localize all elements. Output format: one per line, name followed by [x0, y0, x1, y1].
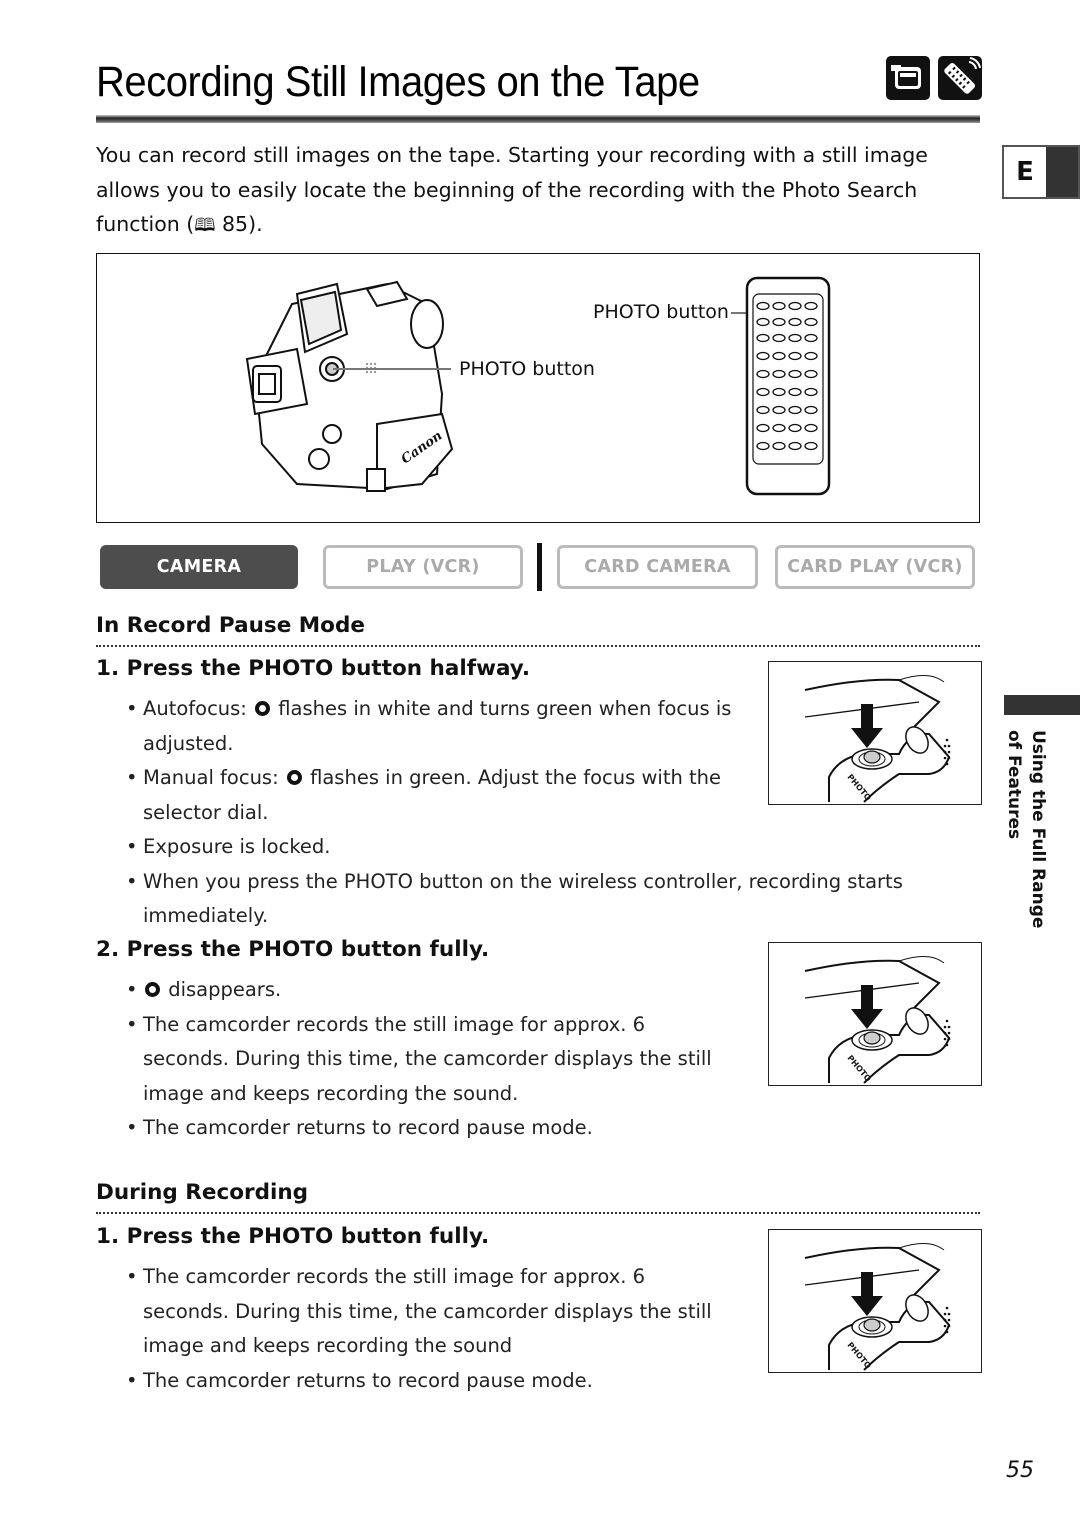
bullet-item: The camcorder records the still image fo… — [126, 1008, 736, 1112]
bullet-text: The camcorder records the still image fo… — [143, 1265, 712, 1357]
camera-callout-line — [333, 368, 451, 370]
remote-photo-button-callout: PHOTO button — [593, 301, 729, 323]
bullet-item: The camcorder returns to record pause mo… — [126, 1364, 736, 1399]
intro-paragraph: You can record still images on the tape.… — [96, 138, 946, 244]
bullet-item: Autofocus: flashes in white and turns gr… — [126, 692, 736, 761]
side-tab-line1: Using the Full Range — [1028, 730, 1048, 929]
bullet-item: Manual focus: flashes in green. Adjust t… — [126, 761, 736, 830]
focus-frame-icon — [255, 701, 271, 716]
photo-button-fully-recording-illustration: PHOTO — [768, 1229, 982, 1373]
step-1-bullets: Autofocus: flashes in white and turns gr… — [126, 692, 736, 830]
bullet-text: disappears. — [162, 978, 282, 1001]
bullet-item: When you press the PHOTO button on the w… — [126, 865, 916, 934]
mode-card-play-vcr-label: CARD PLAY (VCR) — [787, 557, 963, 577]
bullet-text: Exposure is locked. — [143, 835, 331, 858]
mode-card-play-vcr: CARD PLAY (VCR) — [775, 545, 975, 589]
photo-button-fully-illustration: PHOTO — [768, 942, 982, 1086]
mode-card-camera: CARD CAMERA — [557, 545, 758, 589]
language-tab-bar — [1046, 147, 1078, 197]
side-tab-marker — [1004, 695, 1080, 715]
side-tab-line2: of Features — [1004, 730, 1024, 840]
bullet-text: When you press the PHOTO button on the w… — [143, 869, 903, 928]
camera-photo-button-callout: PHOTO button — [459, 358, 595, 380]
bullet-item: Exposure is locked. — [126, 830, 916, 865]
step-2-heading: 2. Press the PHOTO button fully. — [96, 937, 490, 962]
title-rule — [96, 115, 980, 123]
figure-box: Canon PHOTO button PHOTO button — [96, 253, 980, 523]
bullet-item: The camcorder records the still image fo… — [126, 1260, 736, 1364]
section-heading-record-pause: In Record Pause Mode — [96, 613, 365, 638]
during-step-1-bullets: The camcorder records the still image fo… — [126, 1260, 736, 1398]
wireless-controller-illustration — [745, 276, 831, 496]
bullet-text: The camcorder returns to record pause mo… — [143, 1116, 593, 1139]
camcorder-mode-icon — [886, 56, 930, 100]
focus-frame-icon — [286, 770, 302, 785]
page-number: 55 — [1006, 1458, 1034, 1483]
section-heading-during-recording: During Recording — [96, 1180, 309, 1205]
step-2-bullets: disappears. The camcorder records the sti… — [126, 973, 736, 1146]
photo-button-halfway-illustration: PHOTO — [768, 661, 982, 805]
language-tab: E — [1002, 145, 1080, 199]
focus-frame-icon — [145, 982, 160, 997]
language-letter: E — [1016, 157, 1034, 187]
intro-page-ref: 85). — [215, 212, 263, 236]
camcorder-illustration: Canon — [245, 280, 454, 492]
wireless-controller-icon — [938, 56, 982, 100]
mode-camera-label: CAMERA — [156, 557, 242, 577]
mode-camera: CAMERA — [100, 545, 298, 589]
bullet-text: Autofocus: — [143, 697, 254, 720]
book-icon: 🕮 — [194, 215, 216, 236]
bullet-text: Manual focus: — [143, 766, 285, 789]
mode-separator — [537, 543, 542, 591]
section-divider — [96, 645, 980, 647]
mode-play-vcr: PLAY (VCR) — [323, 545, 523, 589]
step-1-bullets-continued: Exposure is locked. When you press the PH… — [126, 830, 916, 934]
mode-play-vcr-label: PLAY (VCR) — [366, 557, 480, 577]
during-step-1-heading: 1. Press the PHOTO button fully. — [96, 1224, 490, 1249]
page-title: Recording Still Images on the Tape — [96, 58, 700, 106]
section-divider — [96, 1212, 980, 1214]
side-tab-label: Using the Full Range of Features — [1002, 730, 1056, 930]
bullet-text: The camcorder records the still image fo… — [143, 1012, 712, 1105]
bullet-item: disappears. — [126, 973, 736, 1008]
bullet-text: The camcorder returns to record pause mo… — [143, 1368, 593, 1392]
step-1-heading: 1. Press the PHOTO button halfway. — [96, 656, 531, 681]
mode-card-camera-label: CARD CAMERA — [584, 557, 731, 577]
bullet-item: The camcorder returns to record pause mo… — [126, 1111, 736, 1146]
